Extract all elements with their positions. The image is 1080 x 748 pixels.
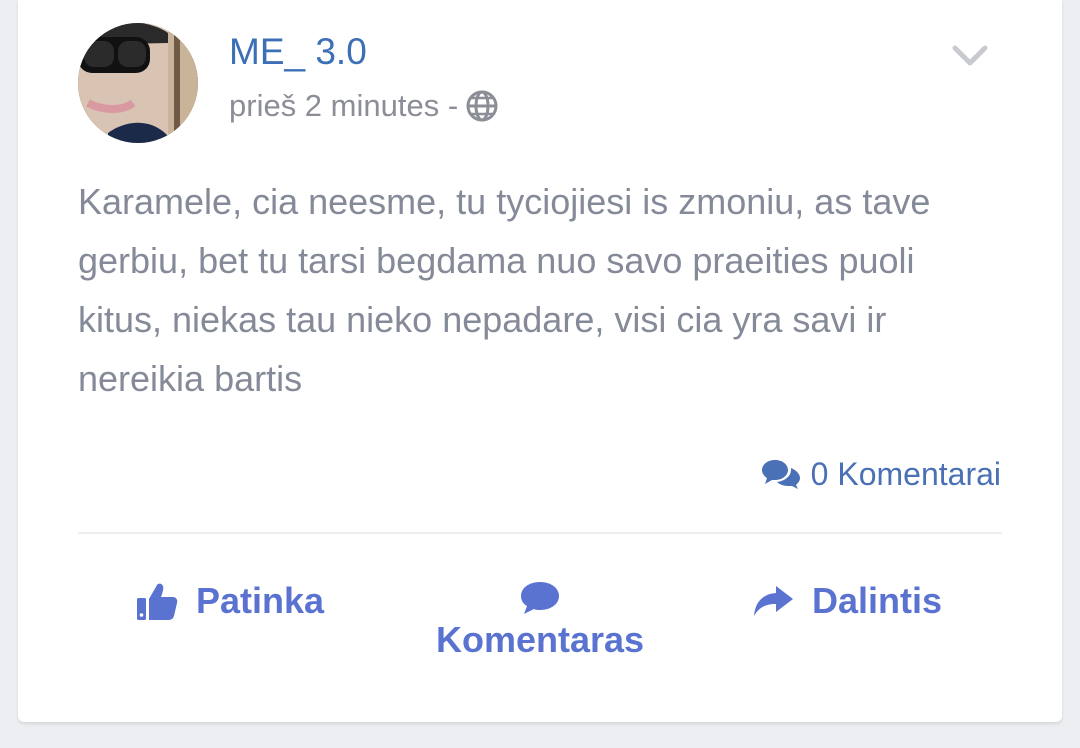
- comments-count-label: 0 Komentarai: [810, 455, 1001, 492]
- share-icon: [754, 586, 793, 616]
- post-meta: prieš 2 minutes -: [229, 86, 498, 126]
- post-time: prieš 2 minutes -: [229, 88, 459, 123]
- globe-icon: [466, 90, 498, 122]
- post-menu-button[interactable]: [950, 40, 990, 72]
- share-button[interactable]: Dalintis: [752, 578, 942, 624]
- avatar-image: [78, 23, 198, 143]
- author-name[interactable]: ME_ 3.0: [229, 30, 367, 74]
- like-label: Patinka: [196, 580, 325, 621]
- avatar[interactable]: [78, 23, 198, 143]
- divider: [78, 532, 1002, 534]
- comment-label: Komentaras: [435, 619, 645, 660]
- comment-button[interactable]: Komentaras: [418, 580, 662, 662]
- like-button[interactable]: Patinka: [136, 578, 324, 624]
- post-card: ME_ 3.0 prieš 2 minutes - Karamele, cia …: [18, 0, 1062, 722]
- comment-icon: [418, 580, 662, 616]
- post-text: Karamele, cia neesme, tu tyciojiesi is z…: [78, 181, 931, 399]
- chevron-down-icon: [952, 45, 988, 66]
- thumbs-up-icon: [137, 583, 178, 620]
- comments-count-link[interactable]: 0 Komentarai: [761, 452, 1001, 496]
- share-label: Dalintis: [812, 580, 943, 621]
- comments-icon: [761, 460, 800, 489]
